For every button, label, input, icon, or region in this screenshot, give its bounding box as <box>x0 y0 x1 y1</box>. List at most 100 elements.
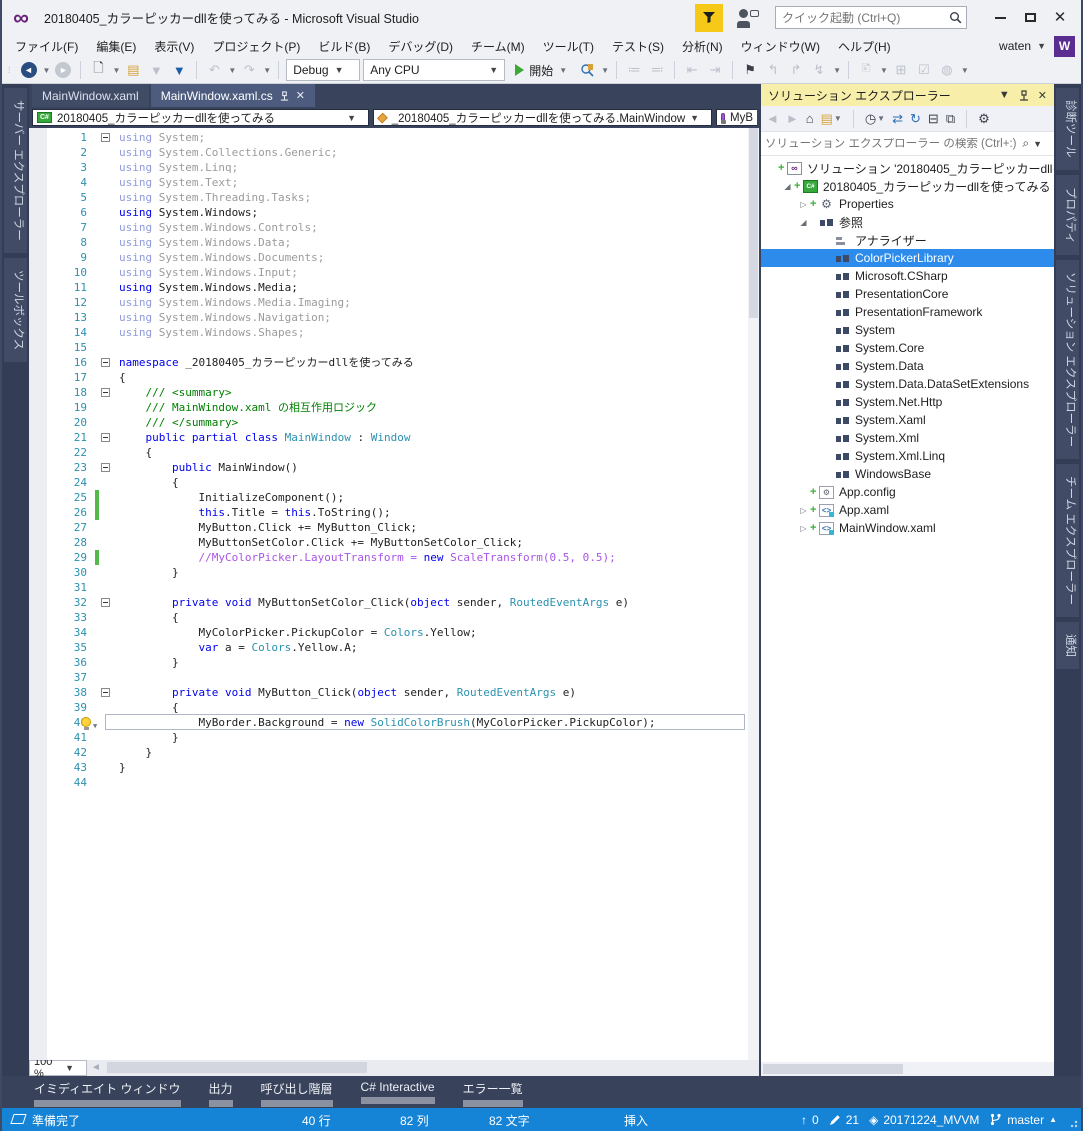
uncommitted-edits[interactable]: 21 <box>829 1113 859 1127</box>
previous-bookmark-button[interactable]: ↰ <box>763 59 783 81</box>
pending-changes-filter-button[interactable]: ◷ ▼ <box>865 111 885 127</box>
expander-icon[interactable]: ◢ <box>797 218 810 227</box>
code-editor[interactable]: 1 using System; 2 using System.Collections.… <box>29 128 759 1060</box>
expander-icon[interactable]: ▷ <box>797 506 810 515</box>
tree-item-13[interactable]: System.Net.Http <box>761 393 1054 411</box>
task-list-dropdown-icon[interactable]: ▼ <box>880 66 888 75</box>
feedback-icon[interactable] <box>737 7 759 29</box>
menu-item-8[interactable]: テスト(S) <box>603 36 673 57</box>
tree-item-14[interactable]: System.Xaml <box>761 411 1054 429</box>
menu-item-1[interactable]: 編集(E) <box>87 36 145 57</box>
fold-collapse-box[interactable] <box>101 688 110 697</box>
close-icon[interactable]: ✕ <box>296 89 305 102</box>
tree-item-20[interactable]: ▷ + <> MainWindow.xaml <box>761 519 1054 537</box>
redo-dropdown-icon[interactable]: ▼ <box>263 66 271 75</box>
window-position-dropdown-icon[interactable]: ▼ <box>999 89 1010 101</box>
toggle-bookmark-button[interactable]: ⚑ <box>740 59 760 81</box>
search-icon[interactable]: ⌕ <box>1022 136 1029 151</box>
refresh-button[interactable]: ↻ <box>910 111 921 127</box>
solution-explorer-header[interactable]: ソリューション エクスプローラー ▼ ✕ <box>761 84 1054 106</box>
save-all-button[interactable]: ▼ <box>169 59 189 81</box>
right-tool-tab-1[interactable]: プロパティ <box>1056 174 1079 256</box>
scrollbar-thumb[interactable] <box>107 1062 367 1073</box>
undo-dropdown-icon[interactable]: ▼ <box>228 66 236 75</box>
uncomment-button[interactable]: ≕ <box>647 59 667 81</box>
tree-item-16[interactable]: System.Xml.Linq <box>761 447 1054 465</box>
repository-indicator[interactable]: ◈ 20171224_MVVM <box>869 1113 979 1127</box>
tree-item-1[interactable]: ◢ + C# 20180405_カラーピッカーdllを使ってみる <box>761 177 1054 195</box>
scrollbar-thumb[interactable] <box>763 1064 903 1074</box>
navigate-back-button[interactable]: ◄ <box>19 59 39 81</box>
tree-item-4[interactable]: アナライザー <box>761 231 1054 249</box>
show-all-files-button[interactable]: ⧉ <box>946 111 955 127</box>
left-tool-tab-1[interactable]: ツールボックス <box>4 257 27 362</box>
group-overflow-icon[interactable]: ▼ <box>961 66 969 75</box>
document-tab-0[interactable]: MainWindow.xaml <box>32 84 149 107</box>
tree-item-10[interactable]: System.Core <box>761 339 1054 357</box>
tree-item-18[interactable]: + ⚙ App.config <box>761 483 1054 501</box>
close-icon[interactable]: ✕ <box>1038 89 1047 102</box>
expander-icon[interactable]: ▷ <box>797 200 810 209</box>
bottom-tab-0[interactable]: イミディエイト ウィンドウ <box>34 1080 181 1107</box>
expander-icon[interactable]: ◢ <box>781 182 794 191</box>
menu-item-11[interactable]: ヘルプ(H) <box>829 36 900 57</box>
tree-item-3[interactable]: ◢ 参照 <box>761 213 1054 231</box>
forward-button[interactable]: ► <box>786 111 799 126</box>
quick-launch-box[interactable] <box>775 6 967 29</box>
web-browser-button[interactable]: ◍ <box>937 59 957 81</box>
decrease-indent-button[interactable]: ⇤ <box>682 59 702 81</box>
sync-with-active-document-button[interactable]: ⇄ <box>892 111 903 127</box>
scrollbar-thumb[interactable] <box>749 128 758 318</box>
menu-item-0[interactable]: ファイル(F) <box>6 36 87 57</box>
scroll-left-icon[interactable]: ◄ <box>91 1062 101 1073</box>
tree-item-5[interactable]: ColorPickerLibrary <box>761 249 1054 267</box>
tree-item-7[interactable]: PresentationCore <box>761 285 1054 303</box>
editor-zoom-combo[interactable]: 100 % ▼ <box>29 1056 87 1080</box>
fold-collapse-box[interactable] <box>101 433 110 442</box>
search-options-dropdown-icon[interactable]: ▼ <box>1033 139 1042 149</box>
tree-item-15[interactable]: System.Xml <box>761 429 1054 447</box>
solution-configuration-combo[interactable]: Debug ▼ <box>286 59 361 81</box>
menu-item-6[interactable]: チーム(M) <box>462 36 534 57</box>
back-button[interactable]: ◄ <box>766 111 779 126</box>
menu-item-3[interactable]: プロジェクト(P) <box>203 36 309 57</box>
start-debugging-button[interactable]: 開始 ▼ <box>508 59 574 81</box>
collapse-all-button[interactable]: ⊟ <box>928 111 939 127</box>
toolbar-drag-handle[interactable]: ⁞ <box>8 65 12 75</box>
unpushed-commits[interactable]: ↑ 0 <box>801 1113 819 1127</box>
right-tool-tab-0[interactable]: 診断ツール <box>1056 88 1079 170</box>
tree-item-12[interactable]: System.Data.DataSetExtensions <box>761 375 1054 393</box>
expander-icon[interactable]: ▷ <box>797 524 810 533</box>
navigate-back-dropdown-icon[interactable]: ▼ <box>43 66 51 75</box>
right-tool-tab-2[interactable]: ソリューション エクスプローラー <box>1056 260 1079 460</box>
fold-collapse-box[interactable] <box>101 388 110 397</box>
tree-item-19[interactable]: ▷ + <> App.xaml <box>761 501 1054 519</box>
fold-collapse-box[interactable] <box>101 133 110 142</box>
switch-views-button[interactable]: ▤ ▼ <box>821 111 842 127</box>
left-tool-tab-0[interactable]: サーバー エクスプローラー <box>4 88 27 253</box>
navigate-forward-button[interactable]: ► <box>53 59 73 81</box>
redo-button[interactable]: ↷ <box>239 59 259 81</box>
tree-item-0[interactable]: +∞ ソリューション '20180405_カラーピッカーdllを使ってみる' (1 <box>761 159 1054 177</box>
right-tool-tab-4[interactable]: 通知 <box>1056 622 1079 670</box>
fold-collapse-box[interactable] <box>101 598 110 607</box>
next-bookmark-button[interactable]: ↱ <box>786 59 806 81</box>
comment-button[interactable]: ≔ <box>624 59 644 81</box>
bottom-tab-4[interactable]: エラー一覧 <box>462 1080 523 1107</box>
pin-icon[interactable] <box>280 90 289 101</box>
check-task-button[interactable]: ☑ <box>914 59 934 81</box>
tree-item-11[interactable]: System.Data <box>761 357 1054 375</box>
signed-in-user[interactable]: waten <box>999 39 1031 53</box>
right-tool-tab-3[interactable]: チーム エクスプローラー <box>1056 464 1079 618</box>
solution-platform-combo[interactable]: Any CPU ▼ <box>363 59 506 81</box>
bookmark-group-overflow-icon[interactable]: ▼ <box>833 66 841 75</box>
branch-indicator[interactable]: master ▲ <box>989 1113 1057 1127</box>
type-dropdown[interactable]: _20180405_カラーピッカーdllを使ってみる.MainWindow ▼ <box>373 109 713 126</box>
bottom-tab-3[interactable]: C# Interactive <box>360 1080 435 1104</box>
clear-bookmarks-button[interactable]: ↯ <box>809 59 829 81</box>
resize-grip[interactable] <box>1070 1120 1078 1128</box>
increase-indent-button[interactable]: ⇥ <box>705 59 725 81</box>
home-button[interactable]: ⌂ <box>806 111 814 126</box>
open-file-button[interactable]: ▤ <box>123 59 143 81</box>
tree-item-2[interactable]: ▷ + ⚙ Properties <box>761 195 1054 213</box>
